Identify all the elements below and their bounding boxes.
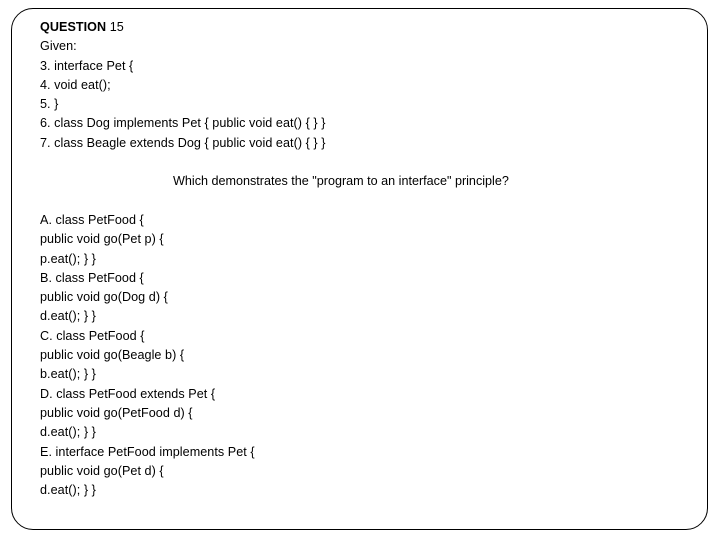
slide-content: QUESTION 15 Given: 3. interface Pet { 4.… bbox=[40, 18, 680, 500]
option-a-line-1: A. class PetFood { bbox=[40, 212, 144, 227]
option-b-line-3: d.eat(); } } bbox=[40, 309, 96, 324]
slide-canvas: QUESTION 15 Given: 3. interface Pet { 4.… bbox=[0, 0, 720, 540]
given-label: Given: bbox=[40, 39, 77, 54]
option-a-line-2: public void go(Pet p) { bbox=[40, 232, 164, 247]
option-e-line-2: public void go(Pet d) { bbox=[40, 463, 164, 478]
option-c-line-1: C. class PetFood { bbox=[40, 328, 145, 343]
option-e[interactable]: E. interface PetFood implements Pet { pu… bbox=[40, 443, 680, 501]
option-e-line-3: d.eat(); } } bbox=[40, 483, 96, 498]
option-a-line-3: p.eat(); } } bbox=[40, 251, 96, 266]
option-a[interactable]: A. class PetFood { public void go(Pet p)… bbox=[40, 211, 680, 269]
option-b-line-2: public void go(Dog d) { bbox=[40, 290, 168, 305]
option-b[interactable]: B. class PetFood { public void go(Dog d)… bbox=[40, 269, 680, 327]
option-c-line-3: b.eat(); } } bbox=[40, 367, 96, 382]
code-line-3: 3. interface Pet { bbox=[40, 58, 134, 73]
option-d-line-1: D. class PetFood extends Pet { bbox=[40, 386, 216, 401]
code-line-7: 7. class Beagle extends Dog { public voi… bbox=[40, 135, 326, 150]
code-line-5: 5. } bbox=[40, 97, 59, 112]
code-line-4: 4. void eat(); bbox=[40, 77, 111, 92]
option-d[interactable]: D. class PetFood extends Pet { public vo… bbox=[40, 385, 680, 443]
spacer-below-prompt bbox=[40, 192, 680, 211]
option-d-line-3: d.eat(); } } bbox=[40, 425, 96, 440]
question-number: 15 bbox=[109, 20, 124, 34]
option-c[interactable]: C. class PetFood { public void go(Beagle… bbox=[40, 327, 680, 385]
option-b-line-1: B. class PetFood { bbox=[40, 270, 144, 285]
spacer-above-prompt bbox=[40, 153, 680, 172]
option-d-line-2: public void go(PetFood d) { bbox=[40, 405, 193, 420]
question-header: QUESTION 15 bbox=[40, 18, 680, 37]
code-line-6: 6. class Dog implements Pet { public voi… bbox=[40, 116, 326, 131]
option-e-line-1: E. interface PetFood implements Pet { bbox=[40, 444, 255, 459]
question-label: QUESTION bbox=[40, 20, 107, 34]
option-c-line-2: public void go(Beagle b) { bbox=[40, 348, 185, 363]
question-prompt: Which demonstrates the "program to an in… bbox=[173, 174, 509, 189]
